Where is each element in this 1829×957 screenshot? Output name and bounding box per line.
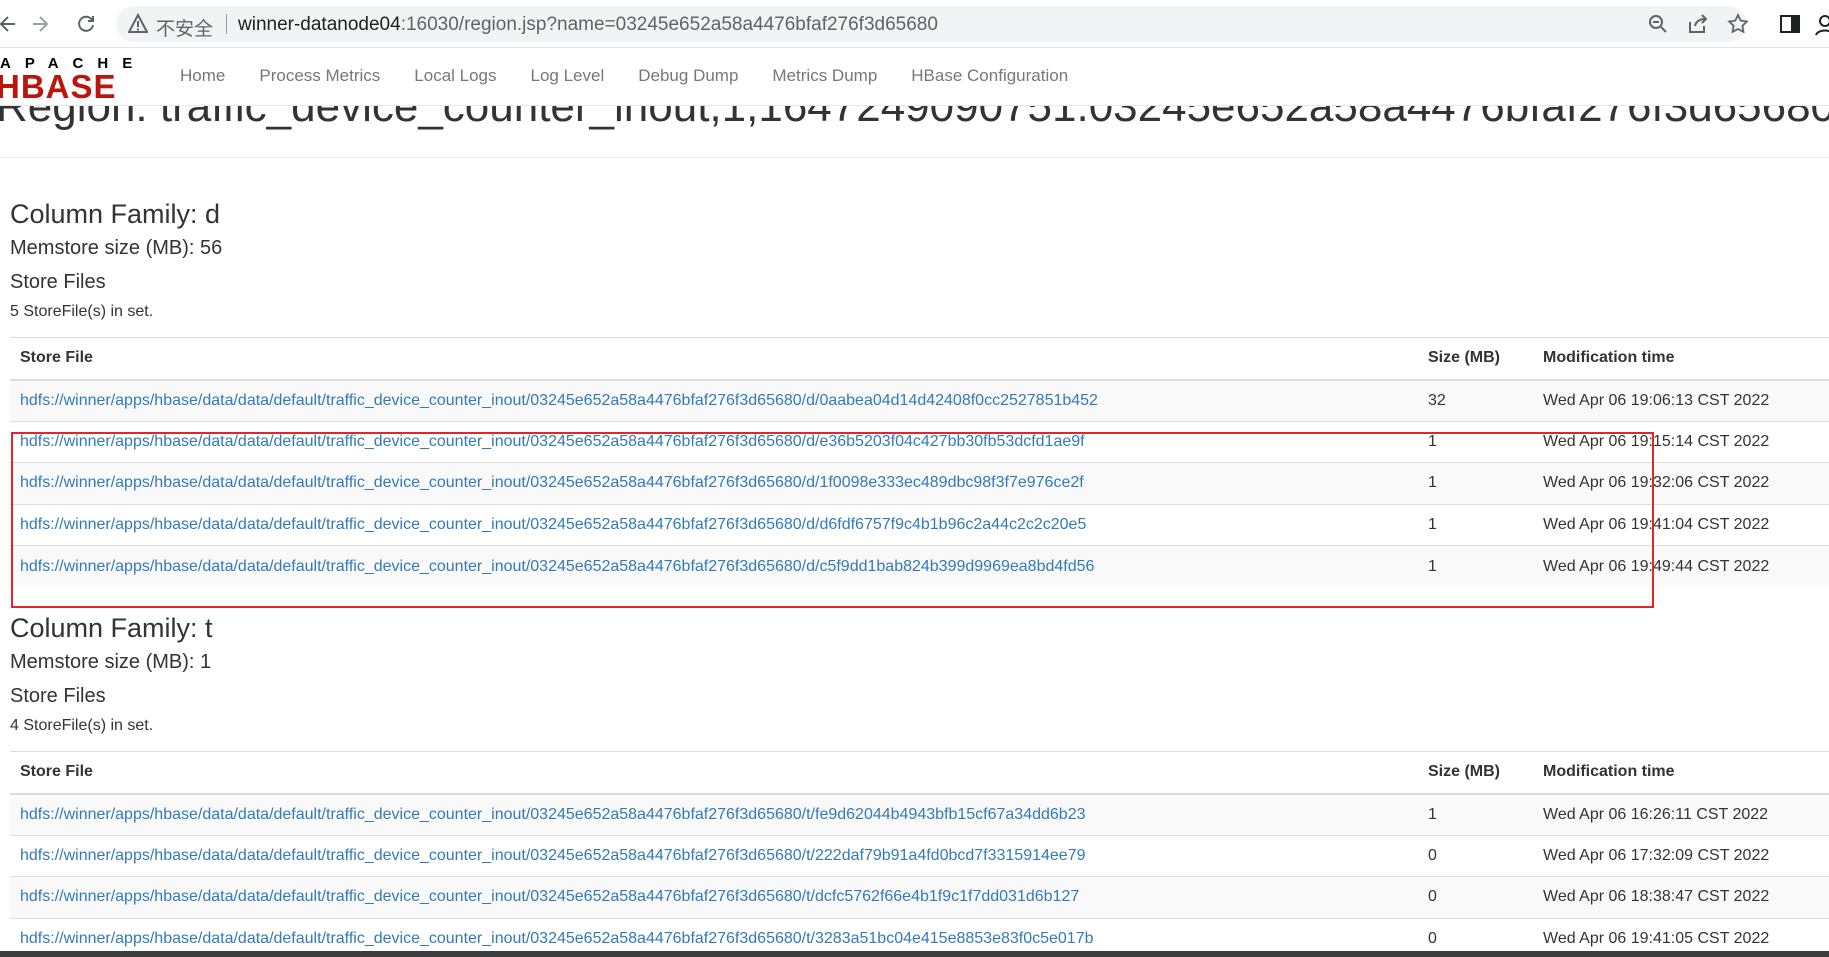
table-row: hdfs://winner/apps/hbase/data/data/defau… — [10, 876, 1829, 918]
table-header-row: Store File Size (MB) Modification time — [10, 337, 1829, 381]
window-bottom-edge — [0, 951, 1829, 957]
arrow-right-icon — [33, 16, 49, 32]
omnibox-separator — [226, 14, 227, 34]
table-row: hdfs://winner/apps/hbase/data/data/defau… — [10, 420, 1829, 463]
table-row: hdfs://winner/apps/hbase/data/data/defau… — [10, 379, 1829, 421]
memstore-size: Memstore size (MB): 1 — [10, 651, 212, 673]
header-modification-time: Modification time — [1533, 751, 1829, 795]
reload-button[interactable] — [72, 10, 100, 38]
column-family-t-section: Column Family: t Memstore size (MB): 1 S… — [10, 613, 1829, 957]
forward-button[interactable] — [26, 10, 54, 38]
header-modification-time: Modification time — [1533, 337, 1829, 381]
header-store-file: Store File — [10, 751, 1418, 795]
store-file-link[interactable]: hdfs://winner/apps/hbase/data/data/defau… — [20, 847, 1086, 864]
size-cell: 0 — [1418, 876, 1533, 918]
table-row: hdfs://winner/apps/hbase/data/data/defau… — [10, 462, 1829, 504]
reload-icon — [78, 15, 94, 32]
size-cell: 1 — [1418, 420, 1533, 463]
browser-toolbar: 不安全 winner-datanode04:16030/region.jsp?n… — [0, 0, 1829, 48]
store-file-link[interactable]: hdfs://winner/apps/hbase/data/data/defau… — [20, 516, 1086, 533]
mtime-cell: Wed Apr 06 19:32:06 CST 2022 — [1533, 462, 1829, 504]
mtime-cell: Wed Apr 06 19:06:13 CST 2022 — [1533, 379, 1829, 421]
nav-hbase-configuration[interactable]: HBase Configuration — [911, 66, 1068, 86]
column-family-title: Column Family: d — [10, 199, 221, 229]
column-family-title: Column Family: t — [10, 613, 213, 643]
header-size: Size (MB) — [1418, 337, 1533, 381]
store-file-link[interactable]: hdfs://winner/apps/hbase/data/data/defau… — [20, 558, 1094, 575]
nav-menu: Home Process Metrics Local Logs Log Leve… — [180, 66, 1102, 86]
memstore-size: Memstore size (MB): 56 — [10, 237, 223, 259]
hbase-logo[interactable]: APACHE HBASE — [0, 54, 148, 100]
size-cell: 1 — [1418, 545, 1533, 587]
hbase-navbar: APACHE HBASE Home Process Metrics Local … — [0, 48, 1829, 106]
table-row: hdfs://winner/apps/hbase/data/data/defau… — [10, 793, 1829, 835]
bookmark-star-icon[interactable] — [1726, 12, 1750, 36]
sidebar-toggle-icon[interactable] — [1778, 12, 1802, 36]
store-file-link[interactable]: hdfs://winner/apps/hbase/data/data/defau… — [20, 930, 1094, 947]
mtime-cell: Wed Apr 06 18:38:47 CST 2022 — [1533, 876, 1829, 918]
nav-metrics-dump[interactable]: Metrics Dump — [772, 66, 877, 86]
table-row: hdfs://winner/apps/hbase/data/data/defau… — [10, 834, 1829, 877]
nav-debug-dump[interactable]: Debug Dump — [638, 66, 738, 86]
table-header-row: Store File Size (MB) Modification time — [10, 751, 1829, 795]
security-label[interactable]: 不安全 — [156, 14, 213, 41]
mtime-cell: Wed Apr 06 19:15:14 CST 2022 — [1533, 420, 1829, 463]
logo-hbase-text: HBASE — [0, 68, 117, 100]
store-files-table: Store File Size (MB) Modification time h… — [10, 751, 1829, 957]
size-cell: 0 — [1418, 834, 1533, 877]
table-row: hdfs://winner/apps/hbase/data/data/defau… — [10, 545, 1829, 587]
nav-home[interactable]: Home — [180, 66, 225, 86]
profile-icon[interactable] — [1813, 12, 1829, 36]
header-store-file: Store File — [10, 337, 1418, 381]
size-cell: 1 — [1418, 462, 1533, 504]
size-cell: 1 — [1418, 503, 1533, 546]
storefile-count: 5 StoreFile(s) in set. — [10, 303, 154, 320]
store-file-link[interactable]: hdfs://winner/apps/hbase/data/data/defau… — [20, 474, 1084, 491]
back-button[interactable] — [0, 10, 22, 38]
store-files-table: Store File Size (MB) Modification time h… — [10, 337, 1829, 587]
url-host: winner-datanode04 — [238, 14, 401, 35]
url-text[interactable]: winner-datanode04:16030/region.jsp?name=… — [238, 14, 938, 36]
store-file-link[interactable]: hdfs://winner/apps/hbase/data/data/defau… — [20, 392, 1098, 409]
address-bar[interactable]: 不安全 winner-datanode04:16030/region.jsp?n… — [116, 6, 1749, 42]
store-file-link[interactable]: hdfs://winner/apps/hbase/data/data/defau… — [20, 806, 1086, 823]
warning-icon — [128, 12, 148, 33]
size-cell: 32 — [1418, 379, 1533, 421]
header-size: Size (MB) — [1418, 751, 1533, 795]
store-files-title: Store Files — [10, 271, 106, 293]
share-icon[interactable] — [1686, 12, 1710, 36]
storefile-count: 4 StoreFile(s) in set. — [10, 717, 154, 734]
mtime-cell: Wed Apr 06 19:49:44 CST 2022 — [1533, 545, 1829, 587]
store-file-link[interactable]: hdfs://winner/apps/hbase/data/data/defau… — [20, 888, 1079, 905]
store-files-title: Store Files — [10, 685, 106, 707]
nav-process-metrics[interactable]: Process Metrics — [259, 66, 380, 86]
zoom-icon[interactable] — [1646, 12, 1670, 36]
mtime-cell: Wed Apr 06 16:26:11 CST 2022 — [1533, 793, 1829, 835]
mtime-cell: Wed Apr 06 19:41:04 CST 2022 — [1533, 503, 1829, 546]
column-family-d-section: Column Family: d Memstore size (MB): 56 … — [10, 199, 1829, 587]
nav-log-level[interactable]: Log Level — [531, 66, 605, 86]
arrow-left-icon — [0, 16, 15, 32]
url-path: :16030/region.jsp?name=03245e652a58a4476… — [400, 14, 938, 35]
table-row: hdfs://winner/apps/hbase/data/data/defau… — [10, 503, 1829, 546]
nav-local-logs[interactable]: Local Logs — [414, 66, 496, 86]
size-cell: 1 — [1418, 793, 1533, 835]
mtime-cell: Wed Apr 06 17:32:09 CST 2022 — [1533, 834, 1829, 877]
store-file-link[interactable]: hdfs://winner/apps/hbase/data/data/defau… — [20, 433, 1085, 450]
title-divider — [0, 157, 1829, 158]
